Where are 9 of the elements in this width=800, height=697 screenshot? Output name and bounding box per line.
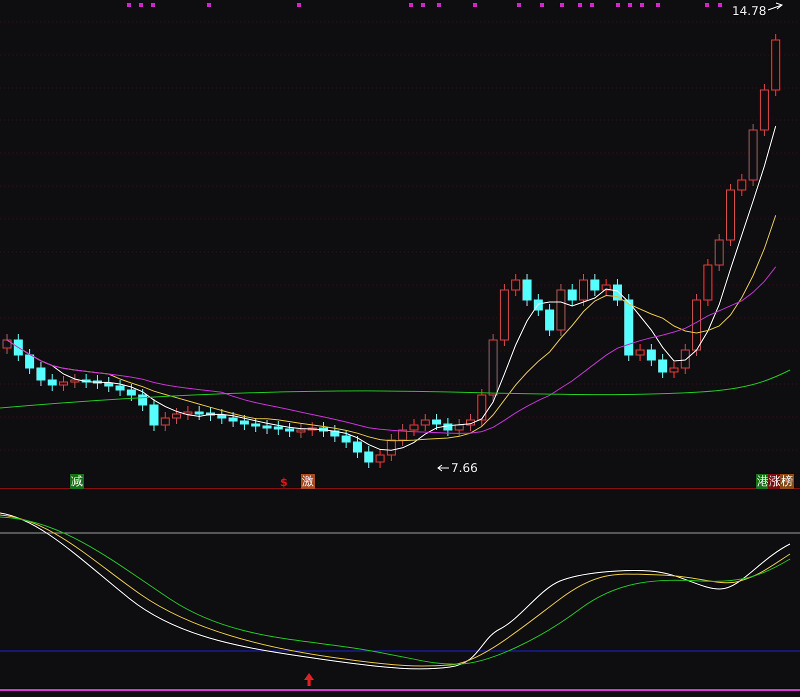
signal-tag: 减 — [70, 474, 84, 489]
high-price-label: 14.78 — [732, 4, 766, 18]
arrow-icon — [437, 464, 450, 472]
arrow-icon — [768, 2, 784, 10]
signal-tag: 榜 — [780, 474, 794, 489]
low-price-label: 7.66 — [451, 461, 478, 475]
signal-mark: $ — [280, 476, 288, 489]
signal-tag: 激 — [301, 474, 315, 489]
up-arrow-icon — [304, 673, 314, 686]
